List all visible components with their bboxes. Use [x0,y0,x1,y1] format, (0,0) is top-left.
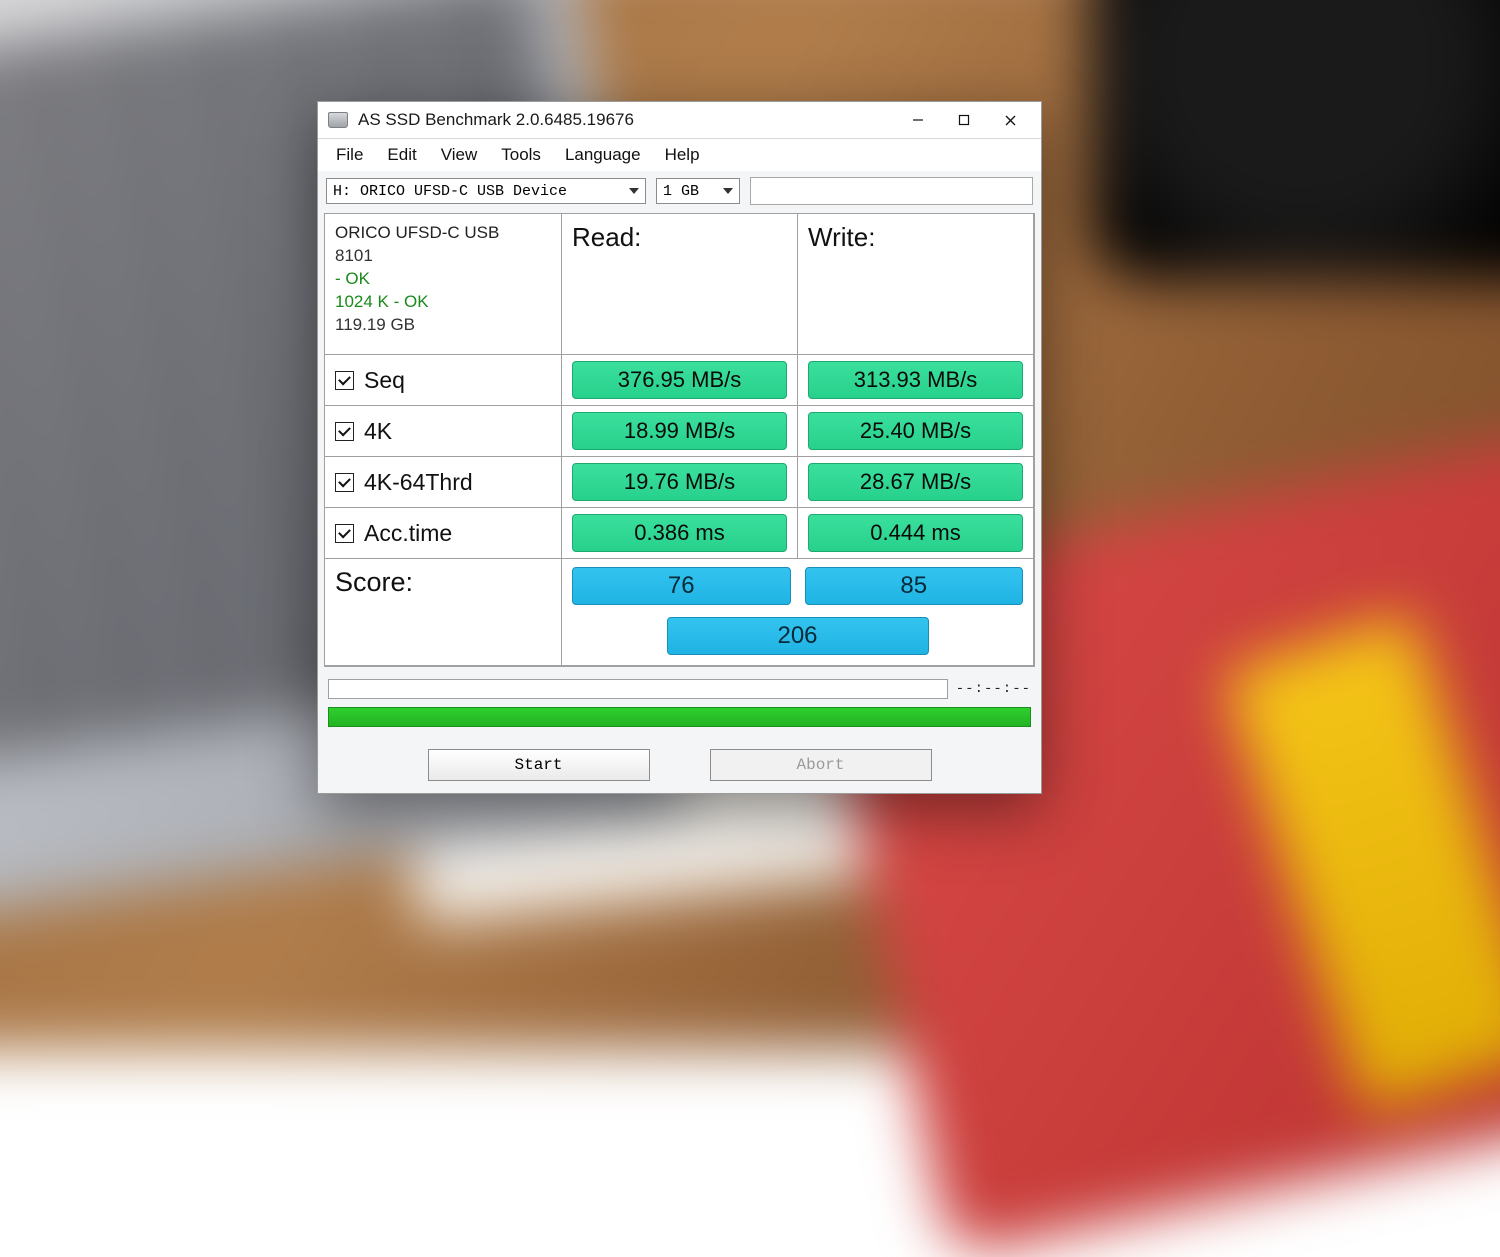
maximize-button[interactable] [941,105,987,135]
acc-read: 0.386 ms [572,514,787,552]
device-info-cell: ORICO UFSD-C USB 8101 - OK 1024 K - OK 1… [324,213,562,355]
read-header: Read: [572,222,641,253]
4k-write: 25.40 MB/s [808,412,1023,450]
start-button[interactable]: Start [428,749,650,781]
acc-label: Acc.time [364,520,452,547]
score-total: 206 [667,617,929,655]
seq-read: 376.95 MB/s [572,361,787,399]
seq-write: 313.93 MB/s [808,361,1023,399]
titlebar[interactable]: AS SSD Benchmark 2.0.6485.19676 [318,102,1041,139]
acc-write: 0.444 ms [808,514,1023,552]
menu-view[interactable]: View [429,141,490,169]
write-header: Write: [808,222,875,253]
acc-checkbox[interactable] [335,524,354,543]
progress-current [328,679,948,699]
minimize-icon [912,114,924,126]
device-status-2: 1024 K - OK [335,291,499,314]
menu-tools[interactable]: Tools [489,141,553,169]
close-icon [1004,114,1017,127]
4k-label: 4K [364,418,392,445]
device-name: ORICO UFSD-C USB [335,222,499,245]
results-panel: ORICO UFSD-C USB 8101 - OK 1024 K - OK 1… [324,213,1035,667]
4k64-read: 19.76 MB/s [572,463,787,501]
minimize-button[interactable] [895,105,941,135]
maximize-icon [958,114,970,126]
window-title: AS SSD Benchmark 2.0.6485.19676 [358,110,634,130]
4k64-label: 4K-64Thrd [364,469,473,496]
4k-read: 18.99 MB/s [572,412,787,450]
device-status-1: - OK [335,268,499,291]
close-button[interactable] [987,105,1033,135]
size-select[interactable]: 1 GB [656,178,740,204]
score-read: 76 [572,567,791,605]
score-label: Score: [335,567,413,598]
footer: --:--:-- Start Abort [318,667,1041,793]
menu-language[interactable]: Language [553,141,653,169]
toolbar-spacer [750,177,1033,205]
device-firmware: 8101 [335,245,499,268]
device-capacity: 119.19 GB [335,314,499,337]
benchmark-window: AS SSD Benchmark 2.0.6485.19676 File Edi… [317,101,1042,794]
4k64-write: 28.67 MB/s [808,463,1023,501]
elapsed-time: --:--:-- [956,681,1031,697]
menu-edit[interactable]: Edit [375,141,428,169]
progress-overall [328,707,1031,727]
seq-label: Seq [364,367,405,394]
4k64-checkbox[interactable] [335,473,354,492]
app-icon [328,112,348,128]
menu-file[interactable]: File [324,141,375,169]
toolbar: H: ORICO UFSD-C USB Device 1 GB [318,171,1041,213]
menu-help[interactable]: Help [653,141,712,169]
drive-select[interactable]: H: ORICO UFSD-C USB Device [326,178,646,204]
abort-button: Abort [710,749,932,781]
seq-checkbox[interactable] [335,371,354,390]
menubar: File Edit View Tools Language Help [318,139,1041,171]
4k-checkbox[interactable] [335,422,354,441]
score-write: 85 [805,567,1024,605]
